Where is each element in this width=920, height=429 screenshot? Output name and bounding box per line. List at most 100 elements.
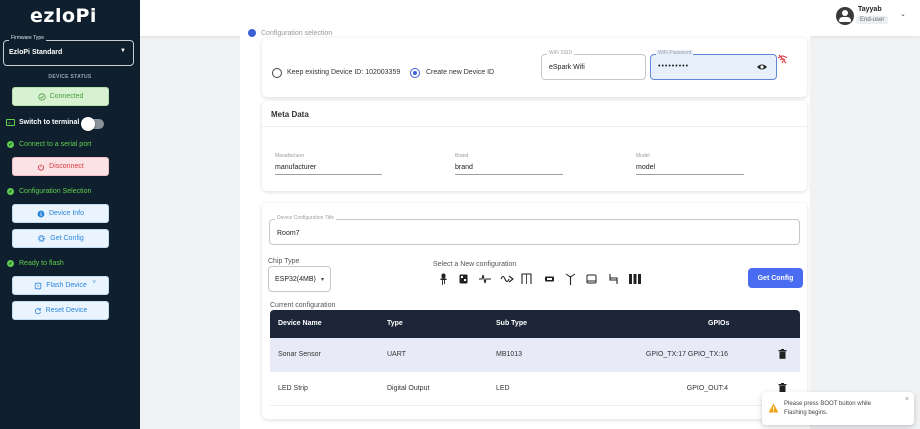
chip-type-label: Chip Type	[268, 258, 300, 265]
ezlopi-logo: ezloPi	[30, 5, 97, 27]
firmware-type-select[interactable]: Firmware Type EzloPi Standard ▼	[3, 35, 134, 66]
device-info-button[interactable]: Device Info	[12, 204, 109, 223]
device-config-title-legend: Device Configuration Title	[275, 215, 336, 221]
caret-down-icon: ˅	[92, 280, 96, 286]
row-gpios: GPIO_TX:17 GPIO_TX:16	[645, 351, 728, 358]
create-new-radio[interactable]	[410, 68, 420, 78]
flash-device-label: Flash Device	[46, 282, 87, 289]
sidebar-get-config-button[interactable]: Get Config	[12, 229, 109, 248]
meta-data-card	[262, 101, 807, 191]
row-sub-type: MB1013	[496, 351, 523, 358]
warning-icon	[768, 403, 779, 413]
i2c-icon[interactable]	[608, 273, 619, 285]
meta-data-divider	[262, 126, 807, 127]
toggle-knob	[81, 117, 95, 131]
trash-icon[interactable]	[778, 349, 787, 359]
column-header-device-name: Device Name	[278, 320, 322, 327]
reset-device-button[interactable]: Reset Device	[12, 301, 109, 320]
brand-label: Brand	[455, 153, 469, 159]
reset-icon	[34, 307, 41, 314]
model-input[interactable]: model	[636, 164, 655, 171]
chip-type-value: ESP32(4MB)	[275, 276, 316, 283]
configuration-selection-title: Configuration selection	[261, 29, 333, 37]
onewire-icon[interactable]	[586, 273, 597, 285]
digital-output-icon[interactable]	[438, 273, 449, 285]
analog-output-icon[interactable]	[500, 273, 514, 285]
row-sub-type: LED	[496, 385, 510, 392]
caret-down-icon: ▼	[120, 48, 126, 54]
switch-terminal-row: >_ Switch to terminal	[6, 119, 79, 126]
user-avatar-icon[interactable]	[836, 7, 854, 25]
device-config-title-input[interactable]: Device Configuration Title Room7	[269, 215, 800, 245]
device-status-label: DEVICE STATUS	[48, 74, 92, 80]
user-menu-chevron-icon[interactable]: ⌄	[900, 10, 906, 18]
get-config-button[interactable]: Get Config	[748, 268, 803, 288]
table-row[interactable]: LED Strip Digital Output LED GPIO_OUT:4	[270, 372, 800, 406]
table-header: Device Name Type Sub Type GPIOs	[270, 310, 800, 338]
row-device-name: Sonar Sensor	[278, 351, 321, 358]
meta-data-title: Meta Data	[271, 110, 309, 119]
current-configuration-label: Current configuration	[270, 302, 336, 309]
flash-device-button[interactable]: Flash Device ˅	[12, 276, 109, 295]
spi-icon[interactable]	[628, 273, 642, 285]
device-config-title-value: Room7	[277, 230, 300, 237]
sidebar: ezloPi Firmware Type EzloPi Standard ▼ D…	[0, 0, 140, 429]
flash-warning-toast: Please press BOOT button while Flashing …	[762, 392, 914, 425]
column-header-gpios: GPIOs	[708, 320, 730, 327]
disconnect-label: Disconnect	[49, 163, 84, 170]
manufacturer-label: Manufacturer	[275, 153, 305, 159]
terminal-icon: >_	[6, 119, 15, 126]
wifi-ssid-value: eSpark Wifi	[549, 64, 585, 71]
check-badge-icon: ✓	[7, 260, 14, 267]
eye-icon[interactable]	[756, 62, 768, 72]
connect-serial-section: ✓ Connect to a serial port	[7, 141, 91, 148]
chip-type-select[interactable]: ESP32(4MB) ▾	[268, 266, 331, 292]
row-type: Digital Output	[387, 385, 430, 392]
model-underline	[636, 174, 744, 175]
row-device-name: LED Strip	[278, 385, 308, 392]
table-row[interactable]: Sonar Sensor UART MB1013 GPIO_TX:17 GPIO…	[270, 338, 800, 372]
connected-button[interactable]: Connected	[12, 87, 109, 106]
antenna-icon[interactable]	[565, 273, 576, 285]
caret-down-icon: ▾	[320, 277, 324, 283]
wifi-password-input[interactable]: WiFi Password •••••••••	[650, 50, 777, 80]
connected-label: Connected	[49, 93, 84, 100]
flash-chip-icon	[35, 282, 42, 289]
configuration-selection-header: Configuration selection	[248, 29, 332, 37]
close-icon[interactable]: ×	[905, 396, 909, 403]
wifi-password-legend: WiFi Password	[656, 50, 694, 56]
digital-input-icon[interactable]	[458, 273, 469, 285]
keep-existing-radio[interactable]	[272, 68, 282, 78]
wifi-ssid-legend: WiFi SSID	[547, 50, 575, 56]
uart-icon[interactable]	[544, 273, 555, 285]
analog-input-icon[interactable]	[478, 273, 492, 285]
pwm-icon[interactable]	[521, 273, 532, 285]
gear-icon	[38, 234, 46, 243]
configuration-selection-label: Configuration Selection	[19, 188, 92, 195]
toast-message: Please press BOOT button while Flashing …	[784, 401, 871, 416]
disconnect-button[interactable]: Disconnect	[12, 157, 109, 176]
connect-serial-label: Connect to a serial port	[19, 141, 92, 148]
user-role-badge: End-user	[856, 16, 889, 24]
reset-device-label: Reset Device	[45, 307, 88, 314]
model-label: Model	[636, 153, 650, 159]
keep-existing-label: Keep existing Device ID: 102003359	[287, 69, 401, 76]
power-icon	[38, 163, 45, 171]
manufacturer-input[interactable]: manufacturer	[275, 164, 316, 171]
wifi-password-value: •••••••••	[658, 63, 690, 70]
switch-terminal-label: Switch to terminal	[19, 119, 80, 126]
configuration-selection-section: ✓ Configuration Selection	[7, 188, 91, 195]
device-info-label: Device Info	[48, 210, 85, 217]
wifi-ssid-input[interactable]: WiFi SSID eSpark Wifi	[541, 50, 646, 80]
switch-terminal-toggle[interactable]	[81, 117, 104, 131]
firmware-type-legend: Firmware Type	[9, 35, 46, 41]
ready-to-flash-label: Ready to flash	[19, 260, 64, 267]
brand-input[interactable]: brand	[455, 164, 473, 171]
step-dot-icon	[248, 29, 256, 37]
manufacturer-underline	[275, 174, 382, 175]
get-config-label: Get Config	[50, 235, 84, 242]
check-circle-icon	[37, 92, 46, 101]
column-header-sub-type: Sub Type	[496, 320, 527, 327]
brand-underline	[455, 174, 563, 175]
column-header-type: Type	[387, 320, 403, 327]
